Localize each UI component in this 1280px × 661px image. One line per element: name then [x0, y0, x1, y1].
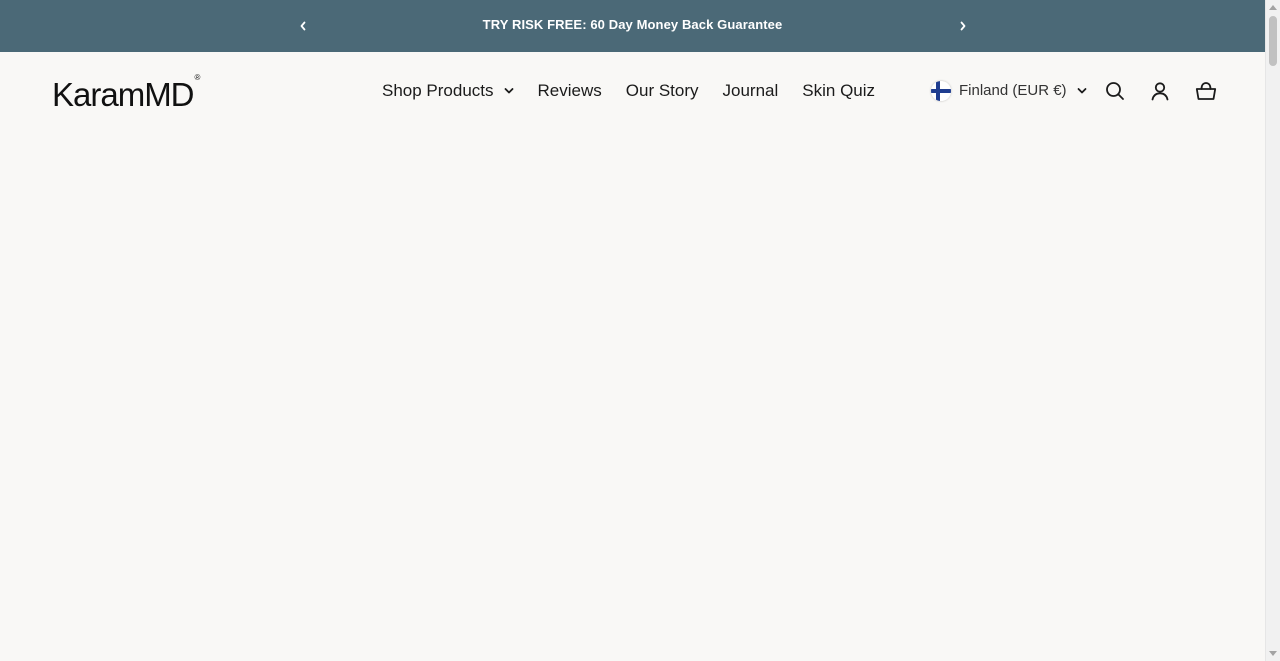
- chevron-down-icon: [1077, 87, 1087, 95]
- account-button[interactable]: [1149, 80, 1171, 102]
- nav-item-label: Shop Products: [382, 81, 494, 100]
- brand-logo[interactable]: KaramMD®: [52, 73, 201, 113]
- announcement-message: TRY RISK FREE: 60 Day Money Back Guarant…: [482, 17, 783, 32]
- nav-item-skin-quiz[interactable]: Skin Quiz: [802, 79, 875, 103]
- main-content-area: [0, 130, 1265, 661]
- site-header: KaramMD® Shop Products Reviews Our Story…: [0, 52, 1265, 130]
- brand-logo-text: KaramMD: [52, 76, 195, 113]
- chevron-down-icon: [504, 87, 514, 95]
- locale-selector[interactable]: Finland (EUR €): [931, 79, 1087, 103]
- search-icon: [1106, 82, 1124, 100]
- scroll-up-arrow-icon[interactable]: [1269, 5, 1277, 10]
- cart-button[interactable]: [1195, 80, 1217, 102]
- nav-item-label: Our Story: [625, 81, 699, 100]
- chevron-right-icon: [960, 21, 966, 31]
- nav-item-journal[interactable]: Journal: [723, 79, 779, 103]
- page: TRY RISK FREE: 60 Day Money Back Guarant…: [0, 0, 1265, 661]
- account-icon: [1151, 82, 1169, 101]
- nav-item-reviews[interactable]: Reviews: [538, 79, 602, 103]
- cart-icon: [1195, 82, 1217, 100]
- nav-item-label: Skin Quiz: [802, 81, 876, 100]
- announcement-next-button[interactable]: [953, 16, 973, 36]
- announcement-bar: TRY RISK FREE: 60 Day Money Back Guarant…: [0, 0, 1265, 52]
- search-button[interactable]: [1104, 80, 1126, 102]
- scroll-down-arrow-icon[interactable]: [1269, 651, 1277, 656]
- nav-item-shop-products[interactable]: Shop Products: [382, 79, 514, 103]
- main-nav: Shop Products Reviews Our Story Journal …: [382, 79, 899, 103]
- vertical-scrollbar[interactable]: [1265, 0, 1280, 661]
- nav-item-label: Reviews: [537, 81, 602, 100]
- registered-mark: ®: [194, 73, 201, 82]
- scrollbar-thumb[interactable]: [1269, 16, 1277, 66]
- locale-label: Finland (EUR €): [959, 82, 1067, 99]
- nav-item-label: Journal: [722, 81, 779, 100]
- finland-flag-icon: [931, 81, 951, 101]
- nav-item-our-story[interactable]: Our Story: [626, 79, 699, 103]
